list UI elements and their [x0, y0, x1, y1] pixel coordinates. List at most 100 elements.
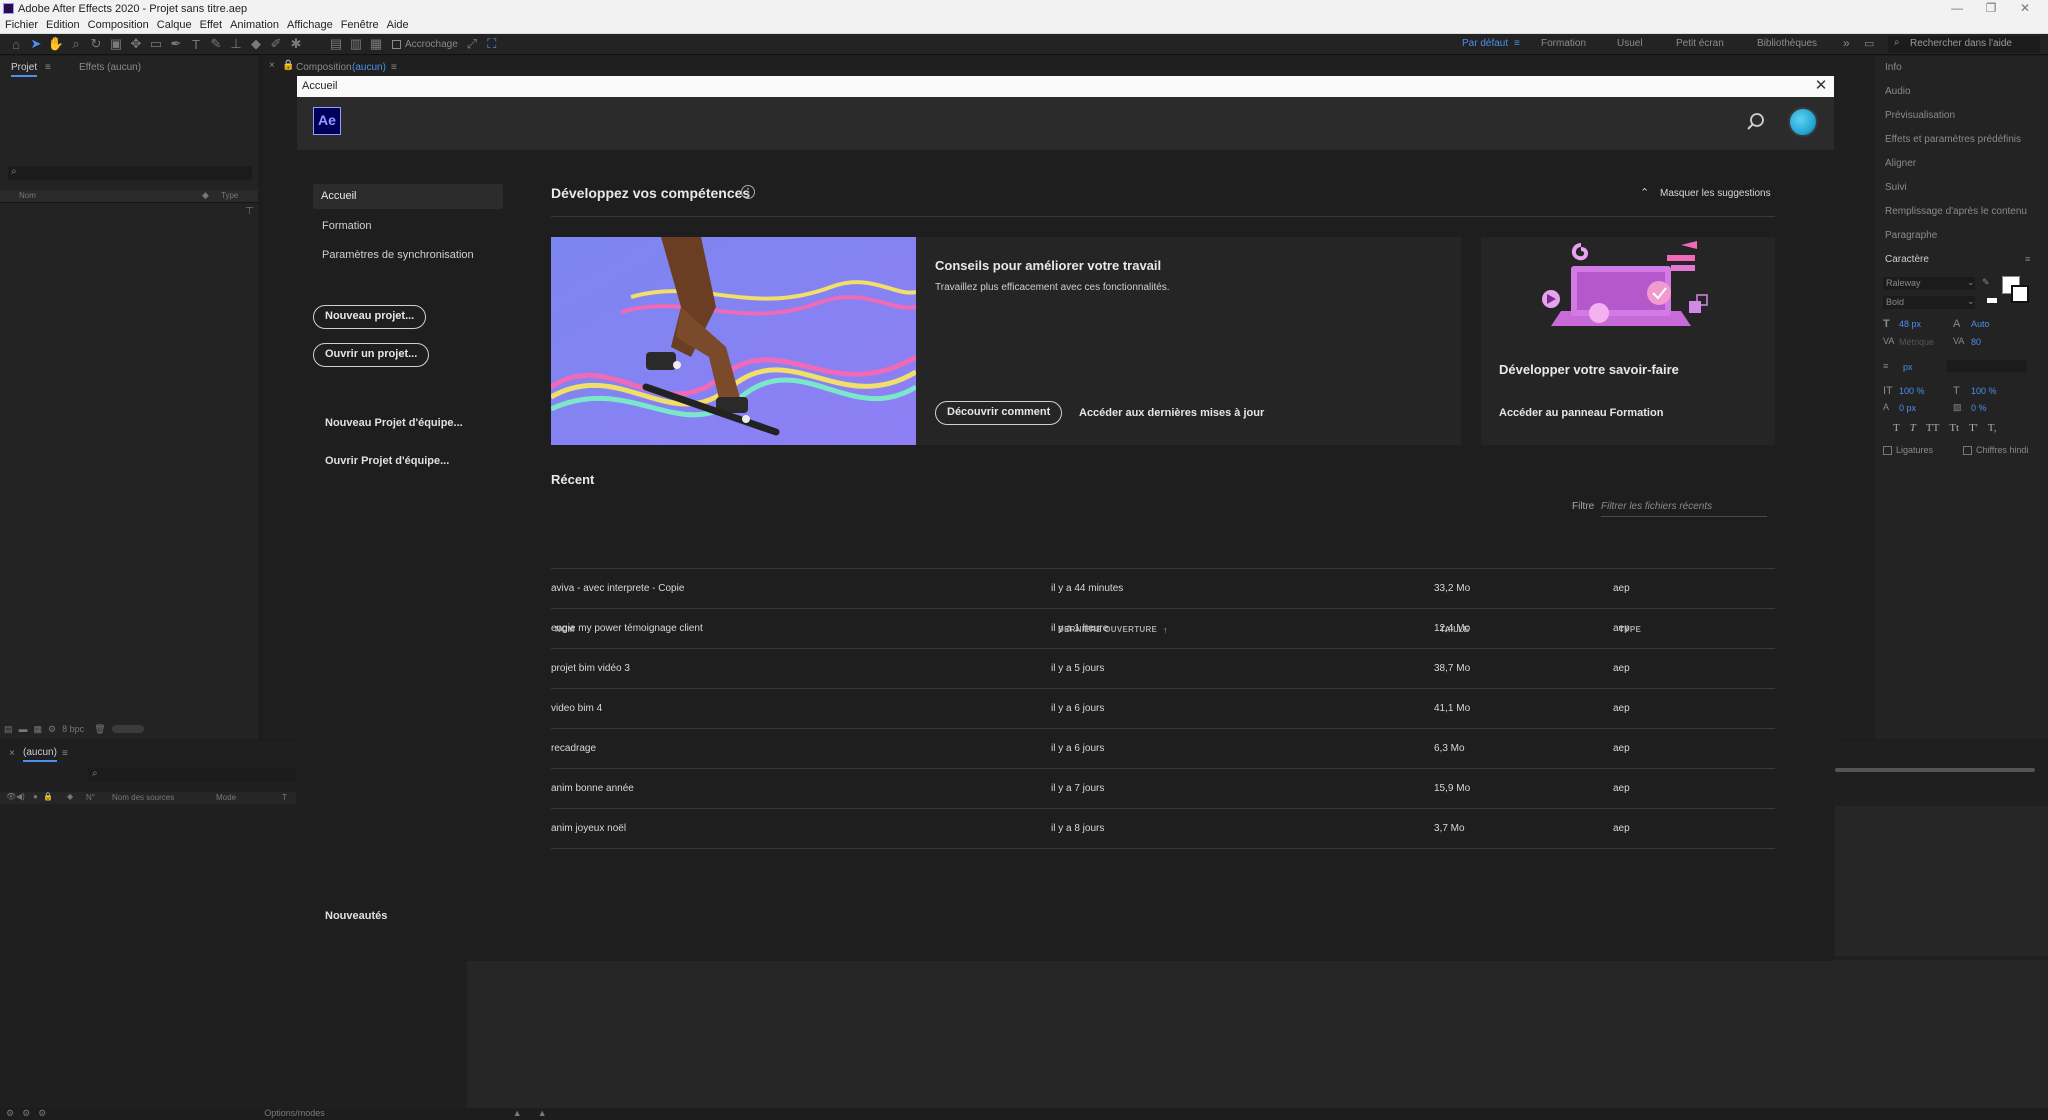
selection-tool-icon[interactable]: ➤	[26, 34, 46, 55]
discover-how-button[interactable]: Découvrir comment	[935, 401, 1063, 425]
adjust-icon[interactable]: ⚙	[48, 724, 56, 735]
new-folder-icon[interactable]: ▬	[19, 724, 28, 734]
hindi-digits-toggle[interactable]: Chiffres hindi	[1963, 445, 2028, 455]
options-modes-toggle[interactable]: Options/modes	[264, 1108, 325, 1118]
lock-icon[interactable]: 🔒	[43, 792, 53, 801]
tab-projet[interactable]: Projet	[11, 62, 38, 77]
sidebar-item-formation[interactable]: Formation	[322, 220, 372, 232]
whats-new-link[interactable]: Nouveautés	[325, 910, 387, 922]
help-search-input[interactable]: ⌕ Rechercher dans l'aide	[1888, 36, 2040, 53]
snapping-toggle[interactable]: Accrochage	[392, 39, 458, 50]
menu-fenetre[interactable]: Fenêtre	[341, 19, 379, 31]
delete-icon[interactable]: 🗑	[94, 724, 105, 735]
panel-remplissage[interactable]: Remplissage d'après le contenu	[1885, 206, 2027, 217]
recent-filter-input[interactable]: Filtrer les fichiers récents	[1601, 496, 1767, 517]
eraser-tool-icon[interactable]: ◆	[246, 34, 266, 55]
hindi-checkbox[interactable]	[1963, 445, 1972, 455]
menu-animation[interactable]: Animation	[230, 19, 279, 31]
info-icon[interactable]	[740, 184, 756, 200]
vertical-scale-value[interactable]: 100 %	[1899, 386, 1925, 396]
menu-fichier[interactable]: Fichier	[5, 19, 38, 31]
rectangle-tool-icon[interactable]: ▭	[146, 34, 166, 55]
menu-effet[interactable]: Effet	[200, 19, 222, 31]
kerning-value[interactable]: Métrique	[1899, 337, 1934, 347]
horizontal-scale-value[interactable]: 100 %	[1971, 386, 1997, 396]
stroke-width-value[interactable]: px	[1903, 362, 1913, 372]
align-center-icon[interactable]: ▥	[346, 34, 366, 55]
zoom-in-icon[interactable]: ▲	[538, 1108, 547, 1118]
table-row[interactable]: video bim 4 il y a 6 jours 41,1 Mo aep	[551, 689, 1775, 729]
stamp-tool-icon[interactable]: ⊥	[226, 34, 246, 55]
timeline-tab[interactable]: (aucun)	[23, 747, 57, 762]
project-menu-icon[interactable]: ≡	[45, 62, 51, 73]
font-family-select[interactable]: Raleway ⌄	[1883, 277, 1975, 290]
table-row[interactable]: projet bim vidéo 3 il y a 5 jours 38,7 M…	[551, 649, 1775, 689]
panel-paragraphe[interactable]: Paragraphe	[1885, 230, 1937, 241]
modes-icon[interactable]: ⚙	[38, 1108, 46, 1119]
composition-tab[interactable]: Composition	[296, 62, 352, 73]
font-size-value[interactable]: 48 px	[1899, 319, 1921, 329]
panel-layout-icon[interactable]: ▭	[1864, 37, 1874, 50]
tab-effets[interactable]: Effets (aucun)	[79, 62, 141, 73]
subscript-icon[interactable]: T,	[1988, 422, 1997, 434]
chevron-up-icon[interactable]: ⌃	[1640, 186, 1649, 199]
faux-bold-icon[interactable]: T	[1893, 422, 1900, 434]
snap-grid-icon[interactable]: ⛶	[482, 34, 502, 55]
sidebar-item-sync[interactable]: Paramètres de synchronisation	[322, 249, 474, 261]
tracking-value[interactable]: 80	[1971, 337, 1981, 347]
comp-flowchart-icon[interactable]: ⚙	[6, 1108, 14, 1119]
rotate-tool-icon[interactable]: ↻	[86, 34, 106, 55]
sidebar-item-accueil[interactable]: Accueil	[313, 184, 503, 209]
table-row[interactable]: recadrage il y a 6 jours 6,3 Mo aep	[551, 729, 1775, 769]
timeline-zoom-bar[interactable]	[1835, 768, 2035, 772]
close-dialog-icon[interactable]: ✕	[1811, 77, 1831, 96]
solo-icon[interactable]: ●	[33, 792, 38, 801]
baseline-value[interactable]: 0 px	[1899, 403, 1916, 413]
timeline-menu-icon[interactable]: ≡	[62, 748, 68, 759]
leading-value[interactable]: Auto	[1971, 319, 1990, 329]
formation-panel-link[interactable]: Accéder au panneau Formation	[1499, 407, 1663, 419]
anchor-tool-icon[interactable]: ✥	[126, 34, 146, 55]
workspace-usuel[interactable]: Usuel	[1617, 38, 1643, 49]
panel-suivi[interactable]: Suivi	[1885, 182, 1907, 193]
all-caps-icon[interactable]: TT	[1926, 422, 1939, 434]
menu-edition[interactable]: Edition	[46, 19, 80, 31]
flowchart-icon[interactable]: ⊤	[245, 206, 254, 217]
home-icon[interactable]: ⌂	[6, 34, 26, 55]
workspace-formation[interactable]: Formation	[1541, 38, 1586, 49]
panel-effets-presets[interactable]: Effets et paramètres prédéfinis	[1885, 134, 2021, 145]
open-team-project-link[interactable]: Ouvrir Projet d'équipe...	[325, 455, 449, 467]
font-style-select[interactable]: Bold ⌄	[1883, 296, 1975, 309]
character-menu-icon[interactable]: ≡	[2025, 254, 2030, 264]
column-t[interactable]: T	[282, 793, 287, 802]
close-timeline-icon[interactable]: ×	[9, 748, 15, 759]
zoom-out-icon[interactable]: ▲	[513, 1108, 522, 1118]
superscript-icon[interactable]: T'	[1969, 422, 1978, 434]
stroke-style-select[interactable]	[1947, 360, 2027, 372]
workspace-bibliotheques[interactable]: Bibliothèques	[1757, 38, 1817, 49]
lock-icon[interactable]: 🔒	[282, 60, 294, 71]
new-project-button[interactable]: Nouveau projet...	[313, 305, 427, 329]
search-icon[interactable]	[1745, 111, 1767, 133]
interpret-footage-icon[interactable]: ▤	[4, 724, 13, 735]
new-composition-icon[interactable]: ▦	[34, 724, 43, 735]
camera-tool-icon[interactable]: ▣	[106, 34, 126, 55]
pen-tool-icon[interactable]: ✒	[166, 34, 186, 55]
hide-suggestions-link[interactable]: Masquer les suggestions	[1660, 188, 1771, 199]
faux-italic-icon[interactable]: T	[1910, 422, 1916, 434]
close-tab-icon[interactable]: ×	[269, 60, 275, 71]
composition-menu-icon[interactable]: ≡	[391, 62, 397, 73]
puppet-tool-icon[interactable]: ✱	[286, 34, 306, 55]
visibility-icon[interactable]: 👁	[6, 792, 16, 801]
column-mode[interactable]: Mode	[216, 793, 236, 802]
hand-tool-icon[interactable]: ✋	[46, 34, 66, 55]
latest-updates-link[interactable]: Accéder aux dernières mises à jour	[1079, 407, 1264, 419]
user-avatar[interactable]	[1788, 107, 1818, 137]
snapping-checkbox[interactable]	[392, 39, 401, 49]
table-row[interactable]: anim bonne année il y a 7 jours 15,9 Mo …	[551, 769, 1775, 809]
stroke-color-swatch[interactable]	[2011, 285, 2029, 303]
workspace-par-defaut[interactable]: Par défaut	[1462, 38, 1508, 49]
menu-composition[interactable]: Composition	[88, 19, 149, 31]
table-row[interactable]: aviva - avec interprete - Copie il y a 4…	[551, 569, 1775, 609]
more-workspaces-icon[interactable]: »	[1843, 36, 1850, 50]
